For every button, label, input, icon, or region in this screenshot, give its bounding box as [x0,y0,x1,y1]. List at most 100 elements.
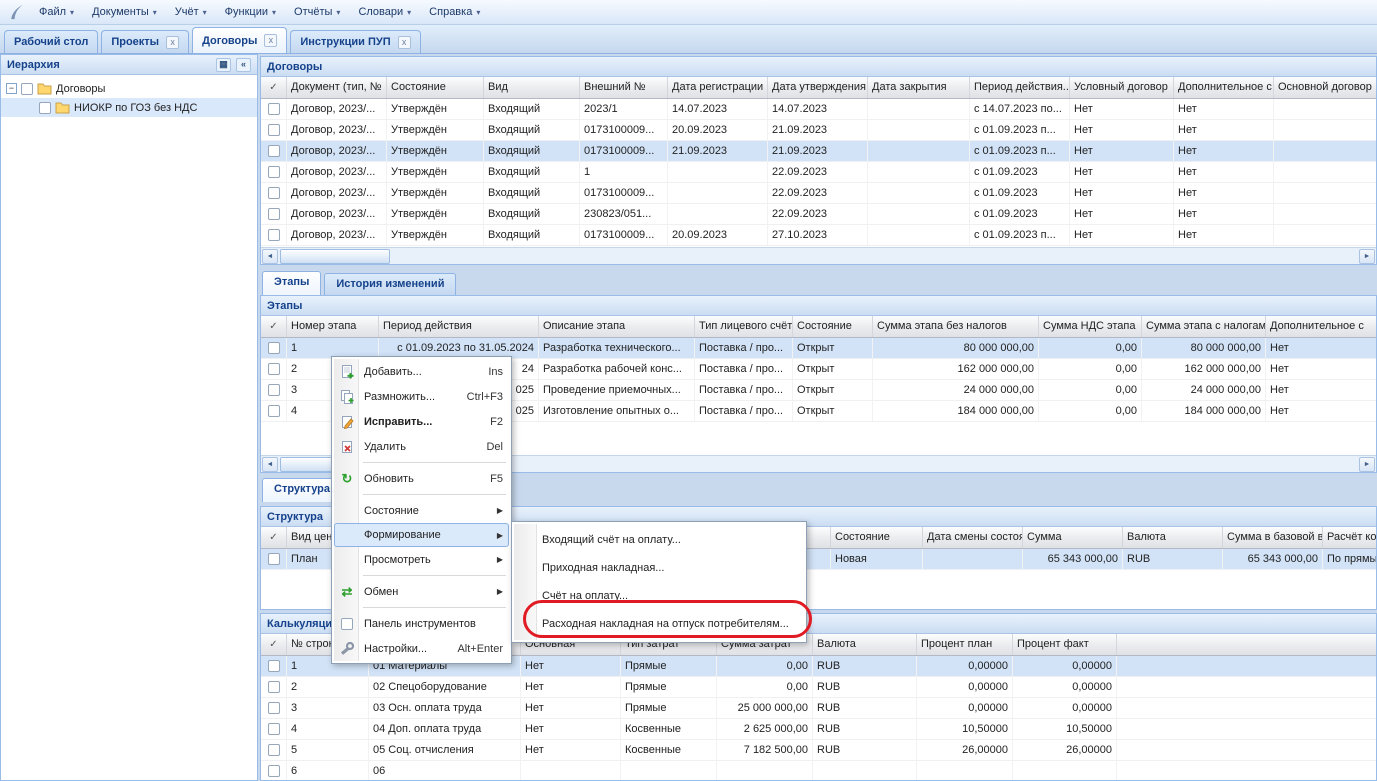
column-header[interactable]: Сумма этапа без налогов [873,316,1039,337]
row-checkbox[interactable] [261,549,287,569]
menu-item-toolbar-toggle[interactable]: Панель инструментов [334,611,509,636]
column-header[interactable]: Состояние [387,77,484,98]
column-header[interactable]: Условный договор [1070,77,1174,98]
table-row[interactable]: Договор, 2023/...УтверждёнВходящий230823… [261,204,1376,225]
checkbox-icon[interactable] [268,681,280,693]
table-row[interactable]: 303 Осн. оплата трудаНетПрямые25 000 000… [261,698,1376,719]
checkbox-icon[interactable] [268,229,280,241]
tab-contracts[interactable]: Договорыx [192,27,287,53]
tree-item-niokr[interactable]: НИОКР по ГОЗ без НДС [1,98,257,117]
row-checkbox[interactable] [261,656,287,676]
menu-item-view[interactable]: Просмотреть ▶ [334,547,509,572]
column-header[interactable]: Дата утверждения [768,77,868,98]
column-header[interactable]: Дата смены состоя [923,527,1023,548]
column-header[interactable]: Процент план [917,634,1013,655]
row-checkbox[interactable] [261,120,287,140]
row-checkbox[interactable] [261,380,287,400]
tab-projects[interactable]: Проектыx [101,30,189,53]
table-row[interactable]: Договор, 2023/...УтверждёнВходящий017310… [261,141,1376,162]
column-header[interactable]: Расчёт ко... [1323,527,1376,548]
checkbox-icon[interactable] [268,342,280,354]
menu-documents[interactable]: Документы▾ [83,3,166,21]
checkbox-icon[interactable] [268,124,280,136]
checkbox-icon[interactable] [268,384,280,396]
column-header[interactable]: Период действия... [970,77,1070,98]
column-header[interactable]: Вид [484,77,580,98]
menu-item-duplicate[interactable]: Размножить... Ctrl+F3 [334,384,509,409]
submenu-item-expense-note[interactable]: Расходная накладная на отпуск потребител… [514,610,804,638]
row-checkbox[interactable] [261,359,287,379]
table-row[interactable]: 404 Доп. оплата трудаНетКосвенные2 625 0… [261,719,1376,740]
menu-item-generation[interactable]: Формирование ▶ [334,523,509,547]
tree-item-contracts[interactable]: − Договоры [1,79,257,98]
column-header[interactable]: Сумма НДС этапа [1039,316,1142,337]
checkbox-icon[interactable] [268,723,280,735]
column-header[interactable]: Документ (тип, № [287,77,387,98]
column-header[interactable]: Сумма этапа с налогами [1142,316,1266,337]
column-header[interactable]: Основной договор [1274,77,1376,98]
tab-structure[interactable]: Структура [262,478,342,502]
column-header[interactable]: Состояние [793,316,873,337]
table-row[interactable]: Договор, 2023/...УтверждёнВходящий122.09… [261,162,1376,183]
menu-item-delete[interactable]: Удалить Del [334,434,509,459]
scroll-left-icon[interactable]: ◄ [262,457,278,472]
menu-help[interactable]: Справка▾ [420,3,489,21]
row-checkbox[interactable] [261,225,287,245]
checkbox-icon[interactable] [268,208,280,220]
checkbox-icon[interactable] [268,103,280,115]
table-row[interactable]: 202 СпецоборудованиеНетПрямые0,00RUB0,00… [261,677,1376,698]
menu-file[interactable]: Файл▾ [30,3,83,21]
checkbox-icon[interactable] [268,553,280,565]
tab-history[interactable]: История изменений [324,273,456,295]
column-header[interactable]: Состояние [831,527,923,548]
column-header[interactable]: Валюта [1123,527,1223,548]
row-checkbox[interactable] [261,719,287,739]
column-header[interactable]: Процент факт [1013,634,1117,655]
row-checkbox[interactable] [261,99,287,119]
collapse-panel-icon[interactable]: « [236,58,251,72]
column-header[interactable]: Дополнительное с [1174,77,1274,98]
menu-item-state[interactable]: Состояние ▶ [334,498,509,523]
column-header[interactable]: Номер этапа [287,316,379,337]
checkbox-icon[interactable] [268,405,280,417]
checkbox-icon[interactable] [268,702,280,714]
menu-accounting[interactable]: Учёт▾ [166,3,216,21]
tab-desktop[interactable]: Рабочий стол [4,30,98,53]
submenu-item-payment-invoice[interactable]: Счёт на оплату... [514,582,804,610]
scroll-right-icon[interactable]: ► [1359,457,1375,472]
checkbox-icon[interactable] [268,187,280,199]
checkbox-icon[interactable] [268,765,280,777]
column-header[interactable] [1117,634,1376,655]
column-header[interactable]: Описание этапа [539,316,695,337]
column-header[interactable]: Валюта [813,634,917,655]
table-row[interactable]: Договор, 2023/...УтверждёнВходящий2023/1… [261,99,1376,120]
column-header[interactable]: Период действия [379,316,539,337]
tab-stages[interactable]: Этапы [262,271,321,295]
close-icon[interactable]: x [398,36,411,49]
menu-item-exchange[interactable]: ⇄ Обмен ▶ [334,579,509,604]
column-header[interactable]: Дополнительное с [1266,316,1376,337]
row-checkbox[interactable] [261,401,287,421]
menu-item-settings[interactable]: Настройки... Alt+Enter [334,636,509,661]
menu-item-refresh[interactable]: ↻ Обновить F5 [334,466,509,491]
table-row[interactable]: 505 Соц. отчисленияНетКосвенные7 182 500… [261,740,1376,761]
row-checkbox[interactable] [261,338,287,358]
select-all-header[interactable]: ✓ [261,77,287,98]
menu-item-add[interactable]: Добавить... Ins [334,359,509,384]
submenu-item-receipt-note[interactable]: Приходная накладная... [514,554,804,582]
column-header[interactable]: Сумма [1023,527,1123,548]
table-row[interactable]: Договор, 2023/...УтверждёнВходящий017310… [261,183,1376,204]
checkbox-icon[interactable] [268,166,280,178]
scrollbar-thumb[interactable] [280,249,390,264]
tree-checkbox[interactable] [39,102,51,114]
table-row[interactable]: Договор, 2023/...УтверждёнВходящий017310… [261,225,1376,246]
row-checkbox[interactable] [261,162,287,182]
row-checkbox[interactable] [261,204,287,224]
tree-checkbox[interactable] [21,83,33,95]
columns-icon[interactable]: ▦ [216,58,231,72]
scroll-right-icon[interactable]: ► [1359,249,1375,264]
menu-functions[interactable]: Функции▾ [216,3,285,21]
close-icon[interactable]: x [264,34,277,47]
menu-item-edit[interactable]: Исправить... F2 [334,409,509,434]
row-checkbox[interactable] [261,698,287,718]
